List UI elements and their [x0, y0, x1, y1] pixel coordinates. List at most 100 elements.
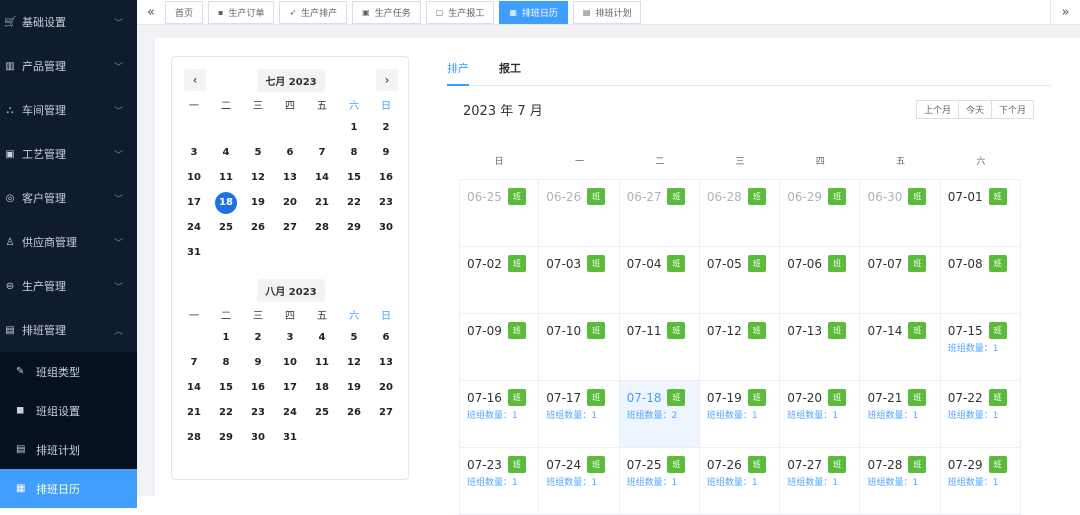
mini-day[interactable]: 21: [306, 190, 338, 215]
mini-day[interactable]: 2: [370, 115, 402, 140]
calendar-day-cell[interactable]: 07-02 班: [459, 247, 540, 314]
mini-day[interactable]: 19: [242, 190, 274, 215]
calendar-day-cell[interactable]: 07-22 班班组数量：1: [940, 381, 1022, 448]
mini-day[interactable]: 31: [178, 240, 210, 265]
mini-day[interactable]: 11: [210, 165, 242, 190]
submenu-item-2[interactable]: ▤ 排班计划: [0, 430, 137, 469]
submenu-item-0[interactable]: ✎ 班组类型: [0, 352, 137, 391]
mini-day[interactable]: 21: [178, 400, 210, 425]
mini-day[interactable]: 14: [178, 375, 210, 400]
tab-4[interactable]: ▢ 生产报工: [425, 0, 495, 24]
calendar-day-cell[interactable]: 07-12 班: [699, 314, 781, 381]
calendar-day-cell[interactable]: 07-25 班班组数量：1: [619, 448, 700, 515]
calendar-day-cell[interactable]: 07-10 班: [539, 314, 620, 381]
calendar-day-cell[interactable]: 07-09 班: [459, 314, 540, 381]
sidebar-item-7[interactable]: ▤ 排班管理 ︿: [0, 308, 137, 352]
calendar-day-cell[interactable]: 07-07 班: [860, 247, 941, 314]
mini-day[interactable]: 24: [274, 400, 306, 425]
mini-day[interactable]: 29: [210, 425, 242, 450]
calendar-day-cell[interactable]: 06-26 班: [539, 180, 620, 247]
calendar-day-cell[interactable]: 07-04 班: [619, 247, 700, 314]
mini-day[interactable]: 28: [178, 425, 210, 450]
sidebar-item-1[interactable]: ▥ 产品管理 ﹀: [0, 44, 137, 88]
calendar-day-cell[interactable]: 07-15 班班组数量：1: [940, 314, 1022, 381]
calendar-day-cell[interactable]: 07-01 班: [940, 180, 1022, 247]
mini-day[interactable]: 12: [338, 350, 370, 375]
calendar-day-cell[interactable]: 07-05 班: [699, 247, 781, 314]
tab-3[interactable]: ▣ 生产任务: [352, 0, 421, 24]
mini-day[interactable]: 20: [274, 190, 306, 215]
mini-day[interactable]: 2: [242, 325, 274, 350]
prev-month-button[interactable]: 上个月: [915, 100, 959, 119]
calendar-day-cell[interactable]: 07-26 班班组数量：1: [699, 448, 781, 515]
mini-day[interactable]: 1: [338, 115, 370, 140]
sidebar-item-3[interactable]: ▣ 工艺管理 ﹀: [0, 132, 137, 176]
calendar-day-cell[interactable]: 06-25 班: [459, 180, 540, 247]
mini-day[interactable]: 1: [210, 325, 242, 350]
mini-day[interactable]: 16: [242, 375, 274, 400]
calendar-day-cell[interactable]: 06-29 班: [780, 180, 861, 247]
calendar-day-cell[interactable]: 07-21 班班组数量：1: [860, 381, 941, 448]
mini-day[interactable]: 31: [274, 425, 306, 450]
calendar-day-cell[interactable]: 06-30 班: [860, 180, 941, 247]
mini-day[interactable]: 30: [370, 215, 402, 240]
next-month-icon[interactable]: ›: [376, 69, 398, 91]
mini-day[interactable]: 22: [338, 190, 370, 215]
next-month-button[interactable]: 下个月: [990, 100, 1034, 119]
tabs-scroll-right-icon[interactable]: »: [1050, 0, 1080, 25]
mini-day[interactable]: 25: [306, 400, 338, 425]
calendar-day-cell[interactable]: 07-13 班: [780, 314, 861, 381]
submenu-item-1[interactable]: ◼ 班组设置: [0, 391, 137, 430]
mini-day[interactable]: 4: [306, 325, 338, 350]
tab-6[interactable]: ▤ 排班计划: [572, 0, 642, 24]
tab-2[interactable]: ➶ 生产排产: [279, 0, 348, 24]
mini-day[interactable]: 10: [178, 165, 210, 190]
calendar-day-cell[interactable]: 07-18 班班组数量：2: [619, 381, 700, 448]
sidebar-item-6[interactable]: ⊜ 生产管理 ﹀: [0, 264, 137, 308]
tab-report[interactable]: 报工: [499, 60, 521, 76]
calendar-day-cell[interactable]: 07-17 班班组数量：1: [539, 381, 620, 448]
calendar-day-cell[interactable]: 07-23 班班组数量：1: [459, 448, 540, 515]
calendar-day-cell[interactable]: 07-19 班班组数量：1: [699, 381, 781, 448]
calendar-day-cell[interactable]: 07-16 班班组数量：1: [459, 381, 540, 448]
mini-day[interactable]: 25: [210, 215, 242, 240]
mini-day[interactable]: 9: [242, 350, 274, 375]
submenu-item-3[interactable]: ▦ 排班日历: [0, 469, 137, 508]
mini-day[interactable]: 27: [370, 400, 402, 425]
mini-day[interactable]: 17: [178, 190, 210, 215]
mini-day[interactable]: 15: [210, 375, 242, 400]
tabs-scroll-left-icon[interactable]: «: [137, 5, 165, 20]
tab-5[interactable]: ▦ 排班日历: [499, 0, 568, 24]
tab-0[interactable]: 首页: [165, 0, 204, 24]
calendar-day-cell[interactable]: 07-03 班: [539, 247, 620, 314]
sidebar-item-2[interactable]: ⛬ 车间管理 ﹀: [0, 88, 137, 132]
mini-day[interactable]: 20: [370, 375, 402, 400]
mini-day[interactable]: 19: [338, 375, 370, 400]
sidebar-item-4[interactable]: ◎ 客户管理 ﹀: [0, 176, 137, 220]
mini-day[interactable]: 26: [242, 215, 274, 240]
mini-day[interactable]: 10: [274, 350, 306, 375]
sidebar-item-0[interactable]: 🛒 基础设置 ﹀: [0, 0, 137, 44]
today-button[interactable]: 今天: [957, 100, 992, 119]
mini-day[interactable]: 9: [370, 140, 402, 165]
mini-day[interactable]: 29: [338, 215, 370, 240]
mini-day[interactable]: 12: [242, 165, 274, 190]
mini-day[interactable]: 5: [242, 140, 274, 165]
calendar-day-cell[interactable]: 07-11 班: [619, 314, 700, 381]
mini-day[interactable]: 16: [370, 165, 402, 190]
calendar-day-cell[interactable]: 07-28 班班组数量：1: [860, 448, 941, 515]
calendar-day-cell[interactable]: 07-27 班班组数量：1: [780, 448, 861, 515]
calendar-day-cell[interactable]: 07-24 班班组数量：1: [539, 448, 620, 515]
mini-day[interactable]: 28: [306, 215, 338, 240]
mini-day[interactable]: 5: [338, 325, 370, 350]
mini-day[interactable]: 7: [306, 140, 338, 165]
tab-1[interactable]: ▪ 生产订单: [208, 0, 275, 24]
mini-day[interactable]: 3: [178, 140, 210, 165]
calendar-day-cell[interactable]: 07-20 班班组数量：1: [780, 381, 861, 448]
mini-day[interactable]: 13: [370, 350, 402, 375]
mini-day[interactable]: 14: [306, 165, 338, 190]
mini-day[interactable]: 8: [338, 140, 370, 165]
mini-day[interactable]: 7: [178, 350, 210, 375]
calendar-day-cell[interactable]: 06-27 班: [619, 180, 700, 247]
mini-day[interactable]: 22: [210, 400, 242, 425]
